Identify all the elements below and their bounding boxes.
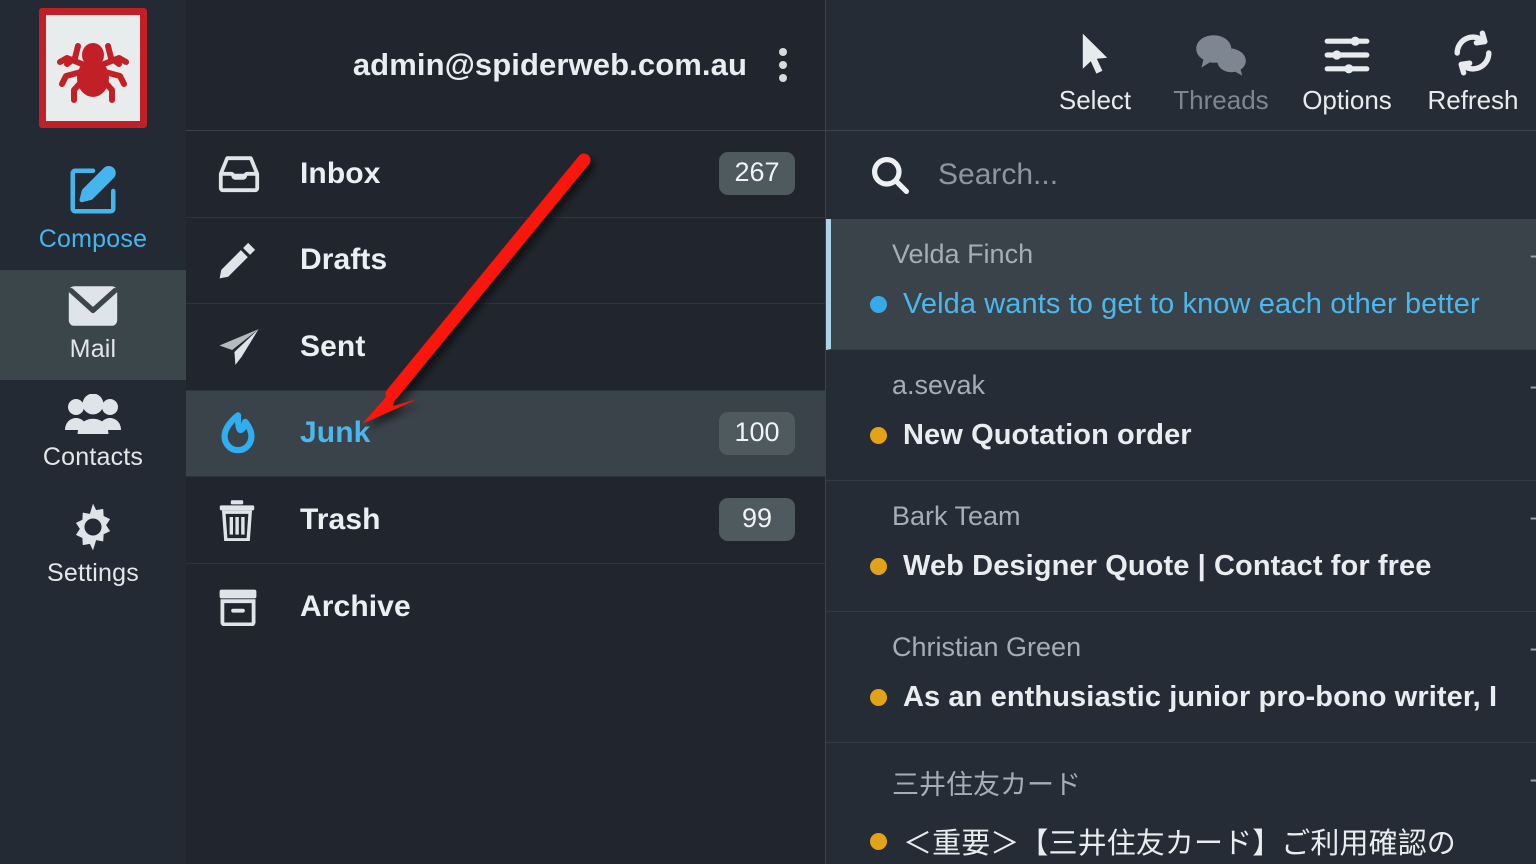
search-icon xyxy=(870,155,910,195)
mail-date: - xyxy=(1530,503,1536,532)
folder-label: Sent xyxy=(300,329,366,363)
account-email: admin@spiderweb.com.au xyxy=(352,47,747,82)
folder-badge: 267 xyxy=(719,152,795,196)
folder-row-archive[interactable]: Archive xyxy=(186,564,825,651)
folder-row-sent[interactable]: Sent xyxy=(186,304,825,391)
pencil-icon xyxy=(218,240,260,280)
trash-can-icon xyxy=(218,499,260,542)
mail-sender: Bark Team xyxy=(892,501,1021,531)
folder-row-junk[interactable]: Junk 100 xyxy=(186,390,825,477)
folder-label: Archive xyxy=(300,589,411,623)
mail-sender: a.sevak xyxy=(892,370,986,400)
archive-box-icon xyxy=(218,588,260,627)
mail-date: - xyxy=(1530,241,1536,270)
unread-dot-icon xyxy=(870,296,887,313)
unread-dot-icon xyxy=(870,689,887,706)
unread-dot-icon xyxy=(870,427,887,444)
rail-item-mail[interactable]: Mail xyxy=(0,270,186,380)
mail-date: - xyxy=(1530,372,1536,401)
app-nav-rail: Compose Mail Contacts Settings xyxy=(0,0,186,864)
folder-label: Trash xyxy=(300,502,381,536)
folder-label: Junk xyxy=(300,416,371,450)
mail-list-pane: Select Threads Options Refresh Search...… xyxy=(826,0,1536,864)
rail-item-contacts[interactable]: Contacts xyxy=(0,380,186,488)
cursor-arrow-icon xyxy=(1080,30,1110,76)
mail-client-window: Compose Mail Contacts Settings admin@spi… xyxy=(0,0,1536,864)
folder-pane: admin@spiderweb.com.au Inbox 267 Drafts … xyxy=(186,0,826,864)
rail-item-compose[interactable]: Compose xyxy=(0,150,186,270)
mail-subject: New Quotation order xyxy=(903,419,1192,451)
rail-item-label: Compose xyxy=(38,225,148,253)
toolbar-button-refresh[interactable]: Refresh xyxy=(1410,30,1536,130)
folder-row-trash[interactable]: Trash 99 xyxy=(186,477,825,564)
folder-row-drafts[interactable]: Drafts xyxy=(186,218,825,304)
mail-row[interactable]: Christian Green As an enthusiastic junio… xyxy=(826,612,1536,743)
mail-subject: ＜重要＞【三井住友カード】ご利用確認の xyxy=(903,826,1456,860)
mail-date: - xyxy=(1530,765,1536,794)
chat-bubbles-icon xyxy=(1195,30,1247,76)
paper-plane-icon xyxy=(218,328,260,366)
mail-sender: 三井住友カード xyxy=(892,770,1081,801)
folder-label: Inbox xyxy=(300,156,381,190)
folder-label: Drafts xyxy=(300,243,388,277)
toolbar-label: Options xyxy=(1302,85,1392,115)
mail-date: - xyxy=(1530,634,1536,663)
search-input[interactable]: Search... xyxy=(826,131,1536,219)
spider-logo-icon xyxy=(57,43,129,103)
refresh-circle-icon xyxy=(1450,30,1496,76)
mail-subject: As an enthusiastic junior pro-bono write… xyxy=(903,681,1498,713)
mail-row[interactable]: a.sevak New Quotation order - xyxy=(826,350,1536,481)
folder-badge: 100 xyxy=(719,411,795,455)
rail-item-settings[interactable]: Settings xyxy=(0,488,186,604)
rail-item-label: Settings xyxy=(47,559,139,587)
flame-icon xyxy=(218,411,260,455)
search-placeholder: Search... xyxy=(938,158,1059,191)
toolbar-label: Refresh xyxy=(1427,85,1519,115)
account-bar: admin@spiderweb.com.au xyxy=(186,0,825,131)
unread-dot-icon xyxy=(870,832,887,850)
kebab-menu-icon[interactable] xyxy=(771,42,795,88)
people-group-icon xyxy=(64,393,122,436)
folder-badge: 99 xyxy=(719,498,795,542)
mail-row[interactable]: Bark Team Web Designer Quote | Contact f… xyxy=(826,481,1536,612)
mail-sender: Velda Finch xyxy=(892,239,1034,269)
unread-dot-icon xyxy=(870,558,887,575)
mail-row[interactable]: 三井住友カード ＜重要＞【三井住友カード】ご利用確認の - xyxy=(826,743,1536,864)
gear-icon xyxy=(68,502,118,552)
mail-row[interactable]: Velda Finch Velda wants to get to know e… xyxy=(826,219,1536,350)
sliders-icon xyxy=(1324,30,1370,76)
spider-logo xyxy=(39,8,147,128)
inbox-tray-icon xyxy=(218,155,260,193)
rail-item-label: Contacts xyxy=(42,443,144,471)
toolbar-button-options[interactable]: Options xyxy=(1284,30,1410,130)
mail-subject: Web Designer Quote | Contact for free xyxy=(903,550,1432,582)
mail-list[interactable]: Velda Finch Velda wants to get to know e… xyxy=(826,219,1536,864)
mail-sender: Christian Green xyxy=(892,632,1082,662)
mail-toolbar: Select Threads Options Refresh xyxy=(826,0,1536,131)
toolbar-label: Threads xyxy=(1173,85,1269,115)
toolbar-label: Select xyxy=(1058,85,1132,115)
toolbar-button-select[interactable]: Select xyxy=(1032,30,1158,130)
compose-pencil-icon xyxy=(66,164,120,218)
mail-subject: Velda wants to get to know each other be… xyxy=(903,288,1480,320)
envelope-icon xyxy=(66,284,120,328)
toolbar-button-threads[interactable]: Threads xyxy=(1158,30,1284,130)
rail-item-label: Mail xyxy=(69,335,117,363)
folder-row-inbox[interactable]: Inbox 267 xyxy=(186,131,825,218)
